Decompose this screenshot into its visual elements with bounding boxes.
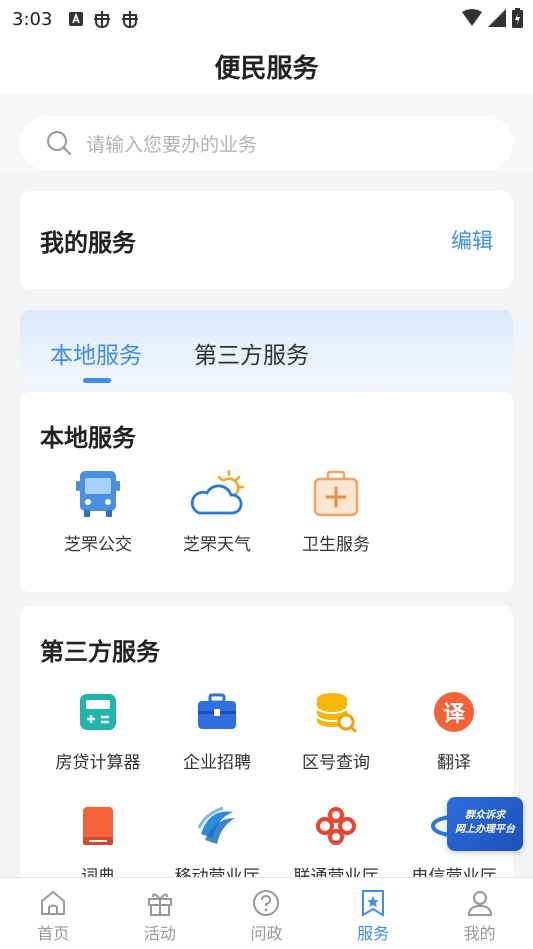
my-service-card: 我的服务 编辑 bbox=[20, 191, 513, 289]
service-label: 芝罘天气 bbox=[183, 535, 251, 555]
search-icon bbox=[47, 131, 72, 156]
medical-kit-icon bbox=[308, 466, 364, 522]
service-star-icon bbox=[362, 890, 385, 917]
page-title: 便民服务 bbox=[214, 53, 319, 84]
tabbar-label: 问政 bbox=[250, 924, 283, 943]
service-item-dictionary[interactable]: 词典 bbox=[39, 798, 157, 887]
page-header: 便民服务 bbox=[0, 38, 533, 94]
bug-icon bbox=[94, 11, 111, 29]
service-item-weather[interactable]: 芝罘天气 bbox=[158, 466, 276, 555]
tab-third-party-service[interactable]: 第三方服务 bbox=[194, 336, 309, 370]
status-bar: 3:03 bbox=[0, 0, 533, 38]
service-label: 卫生服务 bbox=[302, 535, 370, 555]
service-item-china-unicom[interactable]: 联通营业厅 bbox=[277, 798, 395, 887]
active-tab-indicator bbox=[83, 378, 111, 383]
edit-button[interactable]: 编辑 bbox=[451, 225, 493, 255]
home-icon bbox=[41, 890, 66, 915]
service-item-area-code[interactable]: 区号查询 bbox=[277, 684, 395, 773]
bus-icon bbox=[70, 466, 126, 522]
gift-icon bbox=[147, 893, 172, 916]
service-item-china-mobile[interactable]: 移动营业厅 bbox=[158, 798, 276, 887]
system-status-icons bbox=[462, 8, 523, 28]
china-unicom-icon bbox=[308, 798, 364, 854]
battery-icon bbox=[512, 8, 523, 28]
badge-line-1: 群众诉求 bbox=[465, 810, 505, 821]
bug-icon bbox=[122, 11, 139, 29]
service-tabs: 本地服务 第三方服务 bbox=[20, 310, 513, 386]
service-item-bus[interactable]: 芝罘公交 bbox=[39, 466, 157, 555]
tabbar-item-mine[interactable]: 我的 bbox=[426, 878, 533, 949]
book-icon bbox=[70, 798, 126, 854]
briefcase-icon bbox=[189, 684, 245, 740]
service-item-health[interactable]: 卫生服务 bbox=[277, 466, 395, 555]
search-input[interactable]: 请输入您要办的业务 bbox=[20, 116, 513, 170]
tabbar-item-politics[interactable]: 问政 bbox=[213, 878, 320, 949]
tabbar-label: 我的 bbox=[463, 924, 496, 943]
tabbar-label: 活动 bbox=[143, 924, 176, 943]
service-item-recruitment[interactable]: 企业招聘 bbox=[158, 684, 276, 773]
service-label: 区号查询 bbox=[302, 753, 370, 773]
translate-icon: 译 bbox=[426, 684, 482, 740]
tabbar-label: 服务 bbox=[357, 924, 390, 943]
china-mobile-icon bbox=[189, 798, 245, 854]
local-service-title: 本地服务 bbox=[40, 424, 136, 452]
weather-icon bbox=[189, 466, 245, 522]
service-label: 房贷计算器 bbox=[55, 753, 141, 773]
notification-icons bbox=[68, 9, 140, 29]
a-notification-icon bbox=[69, 12, 84, 26]
third-party-service-card: 第三方服务 房贷计算器 企业招聘 区号查询 译 翻译 词典 移动营业厅 bbox=[20, 606, 513, 896]
service-item-translate[interactable]: 译 翻译 bbox=[395, 684, 513, 773]
signal-icon bbox=[488, 9, 506, 27]
service-label: 翻译 bbox=[437, 753, 471, 773]
question-icon bbox=[253, 890, 280, 916]
user-icon bbox=[467, 891, 492, 916]
my-service-title: 我的服务 bbox=[40, 228, 136, 257]
tabbar-item-activity[interactable]: 活动 bbox=[107, 878, 214, 949]
translate-glyph: 译 bbox=[434, 692, 474, 732]
local-service-card: 本地服务 芝罘公交 芝罘天气 卫生服务 bbox=[20, 392, 513, 592]
search-placeholder: 请输入您要办的业务 bbox=[86, 133, 258, 156]
database-search-icon bbox=[308, 684, 364, 740]
search-area: 请输入您要办的业务 bbox=[0, 94, 533, 172]
calculator-icon bbox=[70, 684, 126, 740]
wifi-icon bbox=[462, 9, 482, 26]
tab-local-service[interactable]: 本地服务 bbox=[50, 336, 142, 370]
status-time: 3:03 bbox=[12, 8, 53, 30]
service-label: 芝罘公交 bbox=[64, 535, 132, 555]
badge-line-2: 网上办理平台 bbox=[455, 824, 515, 835]
third-party-service-title: 第三方服务 bbox=[40, 638, 160, 666]
mass-appeal-platform-badge[interactable]: 群众诉求 网上办理平台 bbox=[447, 797, 523, 851]
tabbar-item-home[interactable]: 首页 bbox=[0, 878, 107, 949]
bottom-tab-bar: 首页 活动 问政 服务 我的 bbox=[0, 877, 533, 949]
service-item-mortgage-calculator[interactable]: 房贷计算器 bbox=[39, 684, 157, 773]
service-label: 企业招聘 bbox=[183, 753, 251, 773]
tabbar-item-service[interactable]: 服务 bbox=[320, 878, 427, 949]
tabbar-label: 首页 bbox=[37, 924, 70, 943]
